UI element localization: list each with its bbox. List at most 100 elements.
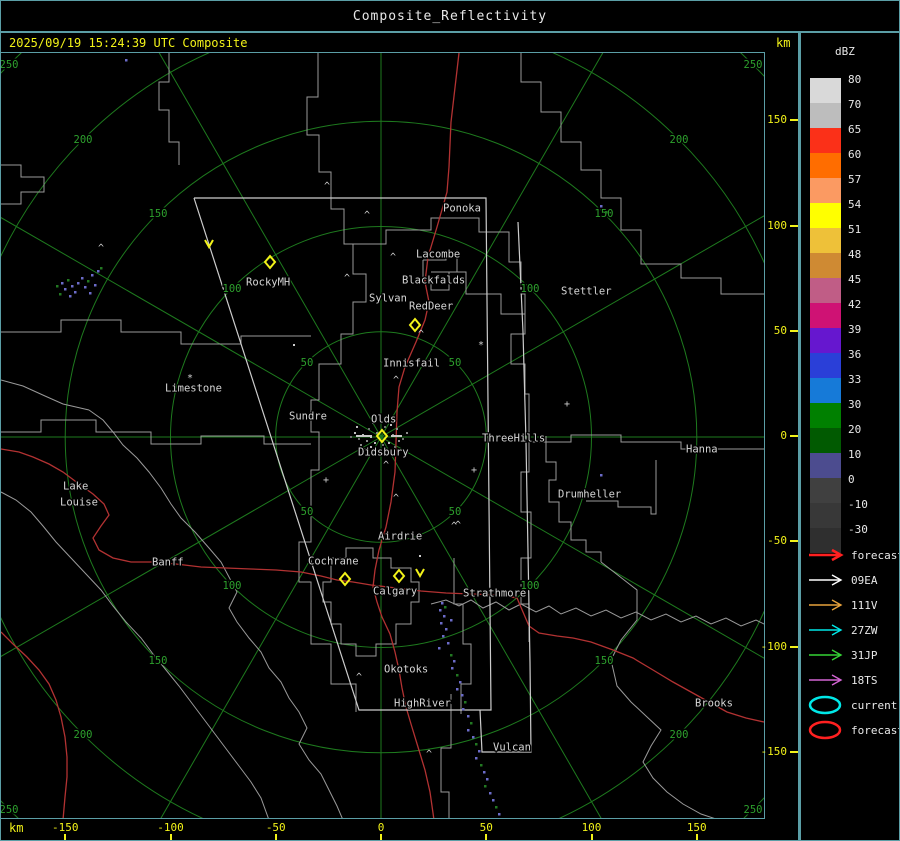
precip-echo-dot [495, 806, 498, 809]
city-label-reddeer: RedDeer [409, 301, 453, 313]
precip-echo-dot [100, 267, 103, 270]
clutter-streak [391, 435, 402, 437]
right-axis-tick [790, 540, 798, 543]
dbz-value-label: 20 [848, 423, 862, 436]
precip-echo-dot [461, 694, 464, 697]
precip-echo-dot [61, 282, 64, 285]
storm-legend: forecast 09EA 111V 27ZW 31JP 18TS current forec… [801, 541, 900, 771]
dbz-value-label: 30 [848, 398, 862, 411]
legend-arrow-09ea-icon [809, 574, 843, 586]
radial-line [158, 53, 382, 438]
bottom-axis-label: -100 [157, 821, 184, 834]
dbz-value-label: -30 [848, 523, 868, 536]
clutter-dot [384, 426, 386, 428]
right-axis-label: 0 [780, 429, 787, 442]
dbz-value-label: 33 [848, 373, 862, 386]
clutter-dot [358, 438, 360, 440]
storm-vector-arrow [415, 568, 425, 579]
city-label-didsbury: Didsbury [358, 447, 409, 459]
right-axis-tick [790, 329, 798, 332]
ring-distance-label: 50 [301, 357, 314, 369]
clutter-dot [398, 440, 400, 442]
dbz-swatch-39 [810, 328, 841, 353]
radar-map[interactable]: 50 50 50 50 100 100 100 100 150 150 150 150 200 200 20… [1, 52, 765, 819]
right-axis-tick [790, 750, 798, 753]
county-boundary [440, 694, 452, 818]
ring-distance-label: 100 [223, 580, 242, 592]
precip-echo-dot [462, 708, 465, 711]
precip-echo-dot [450, 619, 453, 622]
city-label-calgary: Calgary [373, 586, 417, 598]
right-axis-tick [790, 435, 798, 437]
ring-distance-label: 250 [1, 59, 18, 71]
precip-echo-dot [77, 282, 80, 285]
legend-arrow-111v-label: 111V [851, 598, 878, 612]
clutter-dot [396, 428, 398, 430]
town-marker: * [478, 340, 484, 351]
precip-echo-dot [467, 715, 470, 718]
clutter-dot [402, 438, 404, 440]
dbz-swatch-36 [810, 353, 841, 378]
precip-echo-dot [440, 622, 443, 625]
dbz-swatch-45 [810, 278, 841, 303]
precip-echo-dot [478, 750, 481, 753]
city-label-sundre: Sundre [289, 411, 327, 423]
city-label-lake: Lake [63, 481, 88, 493]
county-boundary [600, 561, 715, 818]
precip-echo-dot [475, 757, 478, 760]
radar-map-svg[interactable]: 50 5050 50100 100100 100150 150150 150200 20020… [1, 53, 765, 819]
bottom-axis-tick [695, 834, 698, 840]
dbz-swatch-80 [810, 78, 841, 103]
precip-echo-dot [89, 292, 92, 295]
town-marker: ^ [451, 521, 457, 532]
bottom-axis-label: -50 [265, 821, 286, 834]
precip-echo-dot [492, 799, 495, 802]
town-marker: ^ [383, 460, 389, 471]
right-axis-tick [790, 224, 798, 227]
dbz-swatch-10 [810, 453, 841, 478]
ring-distance-label: 150 [595, 655, 614, 667]
city-label-blackfalds: Blackfalds [402, 275, 465, 287]
county-boundary [1, 319, 311, 345]
precip-echo-dot [498, 813, 501, 816]
precip-echo-dot [94, 284, 97, 287]
radial-line [1, 217, 382, 438]
town-marker: ^ [324, 181, 330, 192]
legend-ellipse-forecast-label: forecast [851, 723, 900, 737]
clutter-dot [388, 442, 390, 444]
ring-distance-label: 150 [149, 655, 168, 667]
precip-echo-dot [71, 285, 74, 288]
right-axis-tick [790, 645, 798, 648]
town-marker: ^ [426, 749, 432, 760]
town-marker: ^ [98, 243, 104, 254]
dbz-value-label: 39 [848, 323, 862, 336]
county-boundary [1, 164, 45, 205]
legend-arrow-31jp-icon [809, 649, 843, 661]
status-row: 2025/09/19 15:24:39 UTC Composite km [1, 33, 899, 52]
town-dot-marker [293, 344, 295, 346]
precip-echo-dot [459, 681, 462, 684]
radar-site-diamond [338, 571, 352, 587]
ring-distance-label: 200 [670, 134, 689, 146]
dbz-value-label: 60 [848, 148, 862, 161]
city-label-innisfail: Innisfail [383, 358, 440, 370]
city-label-brooks: Brooks [695, 698, 733, 710]
radial-line [380, 53, 604, 438]
bottom-axis-label: 50 [479, 821, 493, 834]
precip-echo-dot [489, 792, 492, 795]
bottom-axis: km -150 -100 -50 0 50 100 150 [1, 820, 798, 840]
legend-ellipse-forecast-icon [808, 720, 842, 740]
dbz-value-label: 70 [848, 98, 862, 111]
dbz-swatch-33 [810, 378, 841, 403]
precip-echo-dot [443, 615, 446, 618]
legend-arrow-forecast-label: forecast [851, 548, 900, 562]
legend-arrow-09ea-label: 09EA [851, 573, 878, 587]
town-marker: ^ [393, 493, 399, 504]
ring-distance-label: 100 [521, 283, 540, 295]
city-label-drumheller: Drumheller [558, 489, 621, 501]
precip-echo-dot [464, 701, 467, 704]
city-label-stettler: Stettler [561, 286, 612, 298]
ring-distance-label: 250 [1, 804, 18, 816]
title-bar: Composite_Reflectivity [1, 1, 899, 33]
county-boundary [1, 419, 311, 445]
